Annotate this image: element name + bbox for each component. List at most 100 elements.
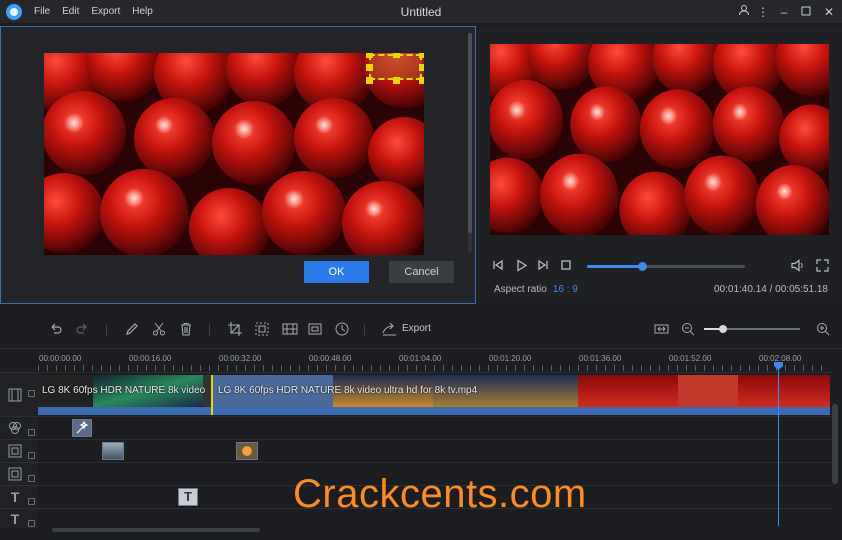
resize-icon[interactable] (255, 322, 269, 339)
overlay-icon (8, 467, 22, 481)
cancel-button[interactable]: Cancel (389, 261, 454, 283)
crop-handle[interactable] (393, 77, 400, 84)
more-icon[interactable]: ⋮ (754, 3, 772, 21)
timeline-ruler[interactable]: 00:00:00.00 00:00:16.00 00:00:32.00 00:0… (0, 348, 842, 372)
previous-frame-icon[interactable] (492, 259, 504, 274)
watermark-text: Crackcents.com (293, 472, 587, 516)
ruler-label: 00:01:20.00 (489, 354, 532, 363)
lock-icon[interactable] (28, 520, 35, 527)
trash-icon[interactable] (179, 322, 193, 339)
overlay-clip[interactable] (236, 442, 258, 460)
menu-export[interactable]: Export (91, 6, 120, 17)
export-icon[interactable] (382, 322, 397, 339)
crop-scrollbar[interactable] (468, 33, 472, 253)
lock-icon[interactable] (28, 390, 35, 397)
crop-handle[interactable] (419, 64, 424, 71)
toolbar-divider (209, 324, 210, 336)
mosaic-icon[interactable] (282, 322, 298, 339)
menu-file[interactable]: File (34, 6, 50, 17)
ruler-label: 00:00:32.00 (219, 354, 262, 363)
aspect-ratio-value[interactable]: 16 : 9 (553, 284, 578, 295)
video-track: LG 8K 60fps HDR NATURE 8k video LG 8K 60… (0, 372, 832, 416)
overlay-track-1 (0, 439, 832, 462)
crop-video-frame[interactable] (44, 53, 424, 255)
aspect-ratio: Aspect ratio 16 : 9 (494, 284, 578, 295)
crop-panel: OK Cancel (0, 26, 476, 304)
menu-bar: File Edit Export Help (34, 6, 153, 17)
lock-icon[interactable] (28, 498, 35, 505)
play-icon[interactable] (515, 259, 528, 275)
freeze-frame-icon[interactable] (308, 322, 322, 339)
preview-video-frame (490, 44, 829, 235)
ruler-label: 00:00:48.00 (309, 354, 352, 363)
progress-knob[interactable] (638, 262, 648, 271)
zoom-out-icon[interactable] (681, 322, 695, 339)
track-header (0, 440, 38, 462)
zoom-in-icon[interactable] (816, 322, 830, 339)
ruler-label: 00:02:08.00 (759, 354, 802, 363)
track-header: T (0, 486, 38, 508)
effects-track (0, 416, 832, 439)
crop-handle[interactable] (419, 53, 424, 58)
export-button[interactable]: Export (402, 323, 431, 334)
track-header (0, 463, 38, 485)
overlay-icon (8, 444, 22, 458)
text-icon: T (10, 511, 20, 527)
ok-button[interactable]: OK (304, 261, 369, 283)
close-icon[interactable]: ✕ (820, 3, 838, 21)
effect-clip[interactable] (72, 419, 92, 437)
crop-scrollbar-thumb[interactable] (468, 33, 472, 233)
user-icon[interactable] (735, 3, 753, 21)
fullscreen-icon[interactable] (816, 259, 829, 275)
ruler-label: 00:00:16.00 (129, 354, 172, 363)
playback-progress[interactable] (587, 262, 745, 271)
progress-fill (587, 265, 643, 268)
timeline-vertical-scrollbar[interactable] (832, 404, 838, 484)
playback-timecode: 00:01:40.14 / 00:05:51.18 (714, 284, 828, 295)
crop-handle[interactable] (366, 53, 373, 58)
track-header: T (0, 509, 38, 528)
redo-icon[interactable] (76, 322, 90, 339)
track-header (0, 373, 38, 416)
ruler-ticks (38, 365, 830, 371)
text-clip[interactable]: T (178, 488, 198, 506)
playhead[interactable] (778, 366, 779, 526)
menu-edit[interactable]: Edit (62, 6, 79, 17)
menu-help[interactable]: Help (132, 6, 153, 17)
undo-icon[interactable] (48, 322, 62, 339)
crop-handle[interactable] (366, 64, 373, 71)
crop-handle[interactable] (366, 77, 373, 84)
edit-pencil-icon[interactable] (125, 322, 139, 339)
duration-clock-icon[interactable] (335, 322, 349, 339)
ruler-label: 00:01:36.00 (579, 354, 622, 363)
stop-icon[interactable] (560, 259, 572, 274)
lock-icon[interactable] (28, 475, 35, 482)
ruler-label: 00:00:00.00 (39, 354, 82, 363)
crop-icon[interactable] (228, 322, 242, 339)
lock-icon[interactable] (28, 429, 35, 436)
crop-handle[interactable] (419, 77, 424, 84)
crop-handle[interactable] (393, 53, 400, 58)
next-frame-icon[interactable] (537, 259, 549, 274)
film-icon (8, 388, 22, 402)
toolbar-divider (364, 324, 365, 336)
fit-timeline-icon[interactable] (654, 322, 669, 339)
maximize-icon[interactable] (797, 3, 815, 21)
toolbar-divider (106, 324, 107, 336)
volume-icon[interactable] (791, 259, 805, 275)
text-icon: T (10, 489, 20, 505)
video-clip-strip[interactable]: LG 8K 60fps HDR NATURE 8k video LG 8K 60… (38, 375, 830, 415)
ruler-label: 00:01:52.00 (669, 354, 712, 363)
timeline-horizontal-scrollbar[interactable] (52, 528, 260, 532)
clip-label: LG 8K 60fps HDR NATURE 8k video (42, 385, 206, 396)
app-logo-icon (6, 4, 22, 20)
effects-track-icon (8, 421, 22, 435)
scissors-icon[interactable] (152, 322, 166, 339)
lock-icon[interactable] (28, 452, 35, 459)
minimize-icon[interactable]: – (775, 3, 793, 21)
preview-panel: Aspect ratio 16 : 9 00:01:40.14 / 00:05:5… (478, 26, 842, 304)
overlay-clip[interactable] (102, 442, 124, 460)
track-header (0, 417, 38, 439)
title-bar: File Edit Export Help Untitled ⋮ – ✕ (0, 0, 842, 24)
ruler-label: 00:01:04.00 (399, 354, 442, 363)
